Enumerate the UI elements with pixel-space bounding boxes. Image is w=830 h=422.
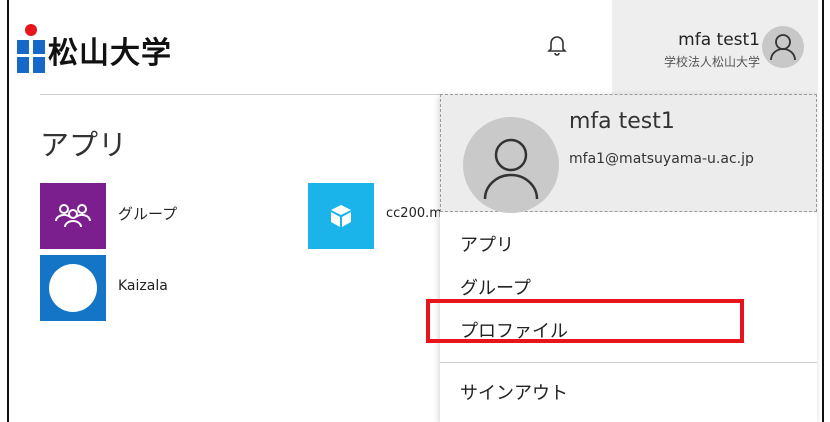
menu-item-groups[interactable]: グループ [460, 274, 531, 300]
highlight-box [426, 299, 744, 343]
menu-divider [440, 362, 817, 363]
app-label-kaizala[interactable]: Kaizala [118, 278, 168, 294]
header-divider [40, 94, 440, 95]
account-organization: 学校法人松山大学 [663, 55, 760, 69]
menu-item-apps[interactable]: アプリ [460, 231, 514, 257]
profile-email: mfa1@matsuyama-u.ac.jp [569, 151, 754, 167]
app-label-cc200[interactable]: cc200.m [386, 206, 442, 221]
profile-name: mfa test1 [569, 109, 675, 134]
menu-item-sign-out[interactable]: サインアウト [460, 379, 568, 405]
account-name: mfa test1 [678, 30, 760, 50]
people-icon [54, 204, 92, 228]
apps-title: アプリ [40, 128, 128, 162]
profile-card: mfa test1 mfa1@matsuyama-u.ac.jp [440, 94, 817, 213]
profile-avatar-icon [463, 117, 559, 213]
app-tile-kaizala[interactable] [40, 255, 106, 321]
cube-icon [331, 205, 351, 227]
notification-bell-icon[interactable] [544, 32, 570, 58]
account-avatar-icon[interactable] [762, 26, 804, 68]
account-dropdown: mfa test1 mfa1@matsuyama-u.ac.jp アプリ グルー… [440, 94, 817, 422]
app-tile-groups[interactable] [40, 183, 106, 249]
circle-icon [49, 264, 97, 312]
app-label-groups[interactable]: グループ [118, 203, 177, 224]
app-tile-cc200[interactable] [308, 183, 374, 249]
brand-text: 松山大学 [48, 36, 172, 71]
